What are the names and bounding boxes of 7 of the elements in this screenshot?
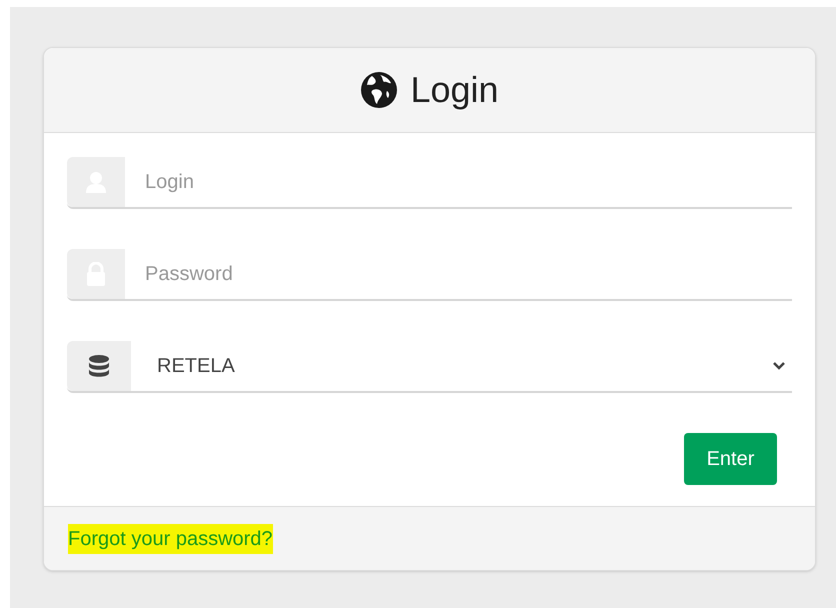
database-select[interactable]: RETELA (131, 341, 792, 391)
chevron-down-icon (772, 361, 786, 371)
card-title: Login (410, 68, 499, 112)
database-icon (89, 355, 109, 377)
globe-icon (360, 71, 398, 109)
enter-button[interactable]: Enter (684, 433, 777, 485)
forgot-password-link[interactable]: Forgot your password? (68, 524, 273, 554)
